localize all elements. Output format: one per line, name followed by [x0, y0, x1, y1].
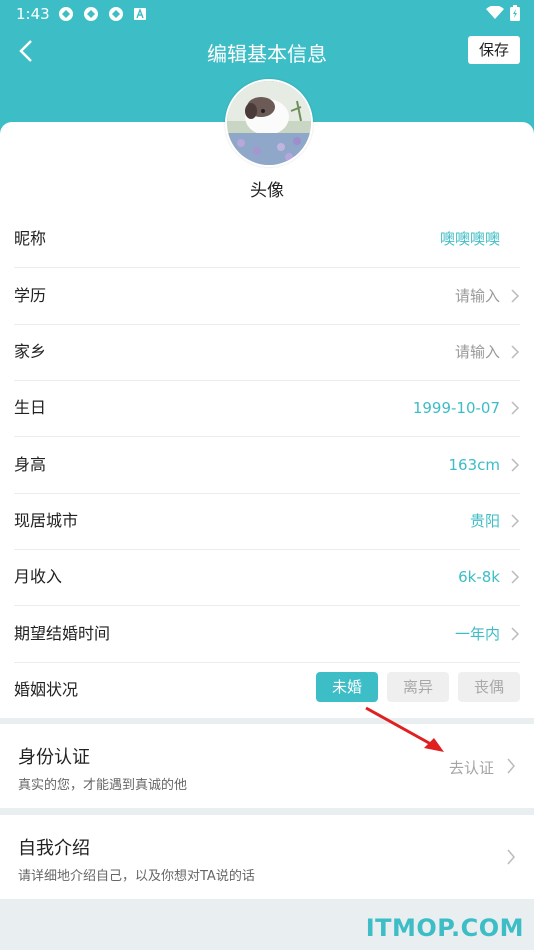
page-title: 编辑基本信息	[207, 42, 327, 66]
a-badge-icon	[134, 8, 146, 20]
row-value: 6k-8k	[458, 568, 500, 586]
status-time: 1:43	[16, 5, 50, 23]
status-bar: 1:43	[0, 0, 534, 28]
chevron-right-icon	[511, 345, 520, 359]
row-label: 期望结婚时间	[14, 624, 111, 643]
row-value: 1999-10-07	[412, 399, 500, 417]
red-arrow-annotation	[365, 706, 444, 752]
height-row[interactable]: 身高 163cm	[14, 437, 520, 494]
row-label: 生日	[14, 398, 47, 417]
row-value: 请输入	[454, 343, 500, 361]
income-row[interactable]: 月收入 6k-8k	[14, 549, 520, 606]
row-value: 一年内	[454, 625, 500, 643]
chevron-right-icon	[511, 289, 520, 303]
chevron-right-icon	[507, 758, 515, 774]
birthday-row[interactable]: 生日 1999-10-07	[14, 380, 520, 437]
row-label: 昵称	[14, 229, 47, 248]
identity-verification-item[interactable]: 身份认证 真实的您，才能遇到真诚的他 去认证	[0, 724, 534, 808]
row-label: 家乡	[14, 342, 47, 361]
city-row[interactable]: 现居城市 贵阳	[14, 493, 520, 550]
row-value: 请输入	[454, 287, 500, 305]
chevron-right-icon	[511, 627, 520, 641]
row-label: 婚姻状况	[14, 680, 79, 699]
avatar-label: 头像	[250, 181, 284, 201]
row-label: 学历	[14, 286, 47, 305]
intro-subtitle: 请详细地介绍自己，以及你想对TA说的话	[18, 869, 255, 884]
sync-icon	[59, 7, 73, 21]
identity-title: 身份认证	[18, 747, 90, 768]
hometown-row[interactable]: 家乡 请输入	[14, 324, 520, 381]
nav-bar: 编辑基本信息 保存	[0, 28, 534, 74]
avatar-image	[227, 81, 311, 165]
marital-option-divorced[interactable]: 离异	[387, 672, 449, 702]
wifi-icon	[486, 6, 504, 19]
watermark: ITMOP.COM	[365, 914, 524, 942]
chevron-right-icon	[511, 401, 520, 415]
education-row[interactable]: 学历 请输入	[14, 268, 520, 325]
chevron-right-icon	[507, 849, 515, 865]
identity-subtitle: 真实的您，才能遇到真诚的他	[18, 778, 188, 793]
intro-title: 自我介绍	[18, 838, 90, 859]
avatar[interactable]	[225, 79, 313, 167]
row-value: 163cm	[448, 456, 501, 474]
nickname-row[interactable]: 昵称 噢噢噢噢	[14, 211, 520, 268]
row-value: 贵阳	[469, 512, 500, 530]
verify-link[interactable]: 去认证	[449, 757, 494, 778]
row-label: 月收入	[14, 567, 63, 586]
battery-icon	[510, 5, 520, 21]
sync-icon	[109, 7, 123, 21]
chevron-right-icon	[511, 570, 520, 584]
chevron-right-icon	[511, 458, 520, 472]
row-label: 现居城市	[14, 511, 79, 530]
row-label: 身高	[14, 455, 47, 474]
row-value: 噢噢噢噢	[439, 230, 500, 248]
marriage-time-row[interactable]: 期望结婚时间 一年内	[14, 606, 520, 663]
marital-option-single[interactable]: 未婚	[316, 672, 378, 702]
chevron-right-icon	[511, 514, 520, 528]
marital-option-widowed[interactable]: 丧偶	[458, 672, 520, 702]
save-button[interactable]: 保存	[468, 36, 520, 64]
self-introduction-item[interactable]: 自我介绍 请详细地介绍自己，以及你想对TA说的话	[0, 815, 534, 899]
sync-icon	[84, 7, 98, 21]
